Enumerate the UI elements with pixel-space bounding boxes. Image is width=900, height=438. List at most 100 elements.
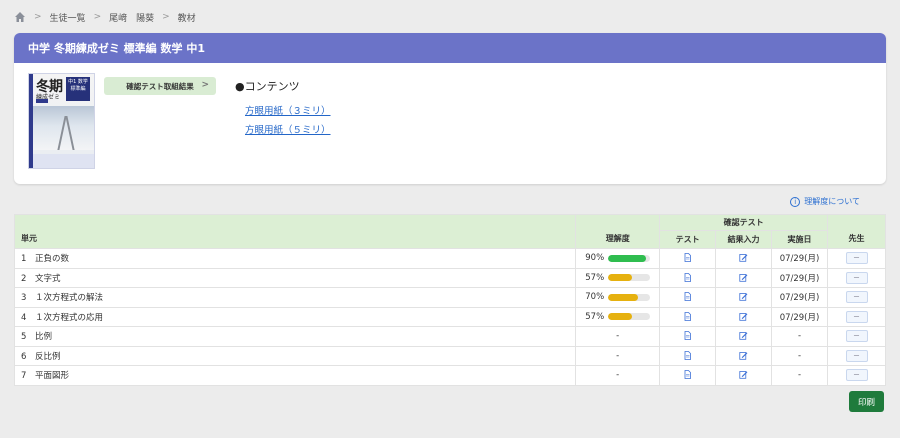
teacher-cell: －: [827, 287, 886, 308]
table-row: 7 平面図形 - - －: [13, 365, 886, 386]
unit-number: 4: [21, 312, 27, 323]
header-result-input: 結果入力: [715, 230, 773, 249]
teacher-cell: －: [827, 365, 886, 386]
teacher-button[interactable]: －: [845, 310, 868, 323]
breadcrumb: > 生徒一覧 > 尾﨑 陽葵 > 教材: [14, 10, 196, 24]
breadcrumb-separator: >: [93, 12, 102, 22]
understanding-percent: -: [616, 350, 620, 361]
header-confirm-test: 確認テスト: [659, 214, 828, 231]
table-row: 1 正負の数 90% 07/29(月) －: [13, 248, 886, 269]
teacher-button[interactable]: －: [845, 369, 868, 382]
edit-icon[interactable]: [739, 370, 748, 379]
result-input-cell: [715, 248, 773, 269]
edit-icon[interactable]: [739, 292, 748, 301]
understanding-percent: 90%: [585, 253, 605, 264]
unit-name: 比例: [34, 332, 52, 343]
edit-icon[interactable]: [739, 331, 748, 340]
unit-number: 7: [21, 371, 27, 382]
unit-name: 正負の数: [34, 254, 69, 265]
unit-number: 3: [21, 293, 27, 304]
document-icon[interactable]: [683, 370, 692, 380]
date-cell: -: [771, 365, 828, 386]
understanding-cell: 57%: [575, 306, 661, 327]
document-icon[interactable]: [683, 350, 692, 360]
understanding-progress-bar: [608, 313, 651, 321]
info-icon: i: [790, 196, 801, 207]
unit-number: 5: [21, 332, 27, 343]
teacher-button[interactable]: －: [845, 252, 868, 265]
edit-icon[interactable]: [739, 253, 748, 262]
understanding-progress-bar: [608, 254, 651, 262]
table-row: 5 比例 - - －: [13, 326, 886, 347]
unit-cell: 2 文字式: [13, 267, 577, 288]
about-understanding-link[interactable]: i 理解度について: [790, 196, 860, 207]
grid-paper-3mm-link[interactable]: 方眼用紙（３ミリ）: [245, 103, 331, 117]
unit-number: 1: [21, 254, 27, 265]
document-icon[interactable]: [683, 311, 692, 321]
unit-cell: 5 比例: [13, 326, 577, 347]
progress-fill: [608, 313, 633, 321]
unit-name: 反比例: [34, 351, 61, 362]
understanding-percent: -: [616, 331, 620, 342]
date-cell: 07/29(月): [771, 267, 828, 288]
understanding-cell: 57%: [575, 267, 661, 288]
teacher-button[interactable]: －: [845, 349, 868, 362]
units-table: 単元 理解度 確認テスト 先生 テスト 結果入力 実施日 1 正負の数 90% 07…: [13, 214, 886, 386]
home-icon[interactable]: [14, 11, 26, 23]
print-button[interactable]: 印刷: [849, 391, 884, 412]
unit-cell: 7 平面図形: [13, 365, 577, 386]
result-input-cell: [715, 287, 773, 308]
test-results-label: 確認テスト取組結果: [126, 81, 194, 91]
result-input-cell: [715, 365, 773, 386]
table-row: 4 １次方程式の応用 57% 07/29(月) －: [13, 306, 886, 327]
understanding-percent: 57%: [585, 311, 605, 322]
breadcrumb-separator: >: [34, 12, 42, 22]
test-cell: [659, 365, 717, 386]
test-cell: [659, 345, 717, 366]
course-cover-image: 冬期 練成ゼミ 中1 数学 標準編: [28, 73, 95, 169]
teacher-button[interactable]: －: [845, 271, 868, 284]
teacher-button[interactable]: －: [845, 291, 868, 304]
unit-number: 6: [21, 351, 27, 362]
edit-icon[interactable]: [739, 351, 748, 360]
unit-number: 2: [21, 273, 27, 284]
teacher-cell: －: [827, 248, 886, 269]
unit-name: １次方程式の解法: [34, 293, 103, 304]
header-teacher: 先生: [827, 214, 886, 249]
teacher-cell: －: [827, 326, 886, 347]
unit-name: 文字式: [34, 273, 61, 284]
course-title: 中学 冬期練成ゼミ 標準編 数学 中1: [14, 33, 886, 63]
edit-icon[interactable]: [739, 273, 748, 282]
teacher-button[interactable]: －: [845, 330, 868, 343]
understanding-percent: 70%: [585, 292, 605, 303]
date-cell: 07/29(月): [771, 306, 828, 327]
document-icon[interactable]: [683, 331, 692, 341]
chevron-right-icon: >: [201, 80, 209, 90]
document-icon[interactable]: [683, 253, 692, 263]
understanding-percent: -: [616, 370, 620, 381]
about-understanding-label: 理解度について: [804, 197, 860, 206]
header-understanding: 理解度: [575, 214, 661, 249]
result-input-cell: [715, 306, 773, 327]
date-cell: 07/29(月): [771, 287, 828, 308]
unit-cell: 4 １次方程式の応用: [13, 306, 577, 327]
result-input-cell: [715, 267, 773, 288]
breadcrumb-student-name[interactable]: 尾﨑 陽葵: [109, 11, 154, 24]
edit-icon[interactable]: [739, 312, 748, 321]
test-results-button[interactable]: 確認テスト取組結果 >: [104, 77, 216, 95]
date-cell: -: [771, 326, 828, 347]
header-unit: 単元: [13, 214, 577, 249]
contents-heading: ●コンテンツ: [235, 80, 300, 93]
progress-fill: [608, 274, 633, 282]
teacher-cell: －: [827, 267, 886, 288]
grid-paper-5mm-link[interactable]: 方眼用紙（５ミリ）: [245, 122, 331, 136]
breadcrumb-students[interactable]: 生徒一覧: [50, 11, 86, 24]
table-row: 6 反比例 - - －: [13, 345, 886, 366]
unit-cell: 6 反比例: [13, 345, 577, 366]
document-icon[interactable]: [683, 292, 692, 302]
understanding-percent: 57%: [585, 272, 605, 283]
understanding-progress-bar: [608, 293, 651, 301]
table-row: 3 １次方程式の解法 70% 07/29(月) －: [13, 287, 886, 308]
result-input-cell: [715, 326, 773, 347]
document-icon[interactable]: [683, 272, 692, 282]
